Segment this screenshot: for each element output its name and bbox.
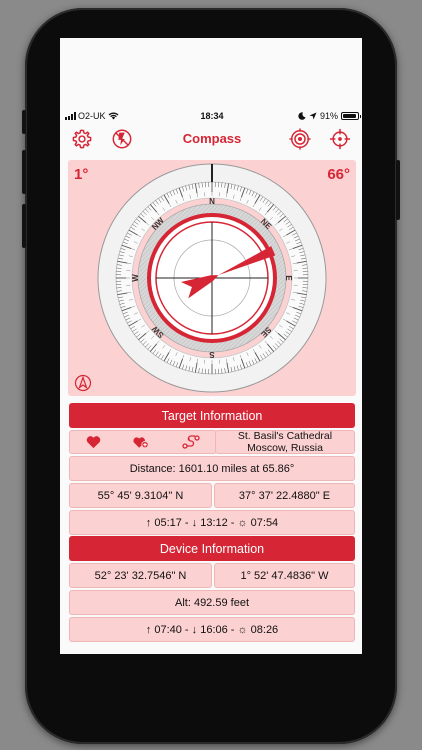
status-bar: O2-UK 18:34 91% bbox=[61, 110, 363, 124]
cardinal-w: W bbox=[131, 274, 140, 282]
device-altitude: Alt: 492.59 feet bbox=[69, 590, 355, 615]
target-name[interactable]: St. Basil's Cathedral Moscow, Russia bbox=[215, 430, 355, 454]
target-sun-times: ↑ 05:17 - ↓ 13:12 - ☼ 07:54 bbox=[69, 510, 355, 535]
device-latitude: 52° 23' 32.7546" N bbox=[69, 563, 212, 588]
target-information-header: Target Information bbox=[69, 403, 355, 428]
heading-degree-readout: 66° bbox=[327, 166, 350, 183]
target-name-line2: Moscow, Russia bbox=[247, 442, 323, 454]
target-distance-row: Distance: 1601.10 miles at 65.86° bbox=[69, 456, 355, 481]
moon-icon bbox=[298, 112, 306, 120]
cardinal-s: S bbox=[209, 350, 215, 359]
left-degree-readout: 1° bbox=[74, 166, 89, 183]
device-sun-times: ↑ 07:40 - ↓ 16:06 - ☼ 08:26 bbox=[69, 617, 355, 642]
route-path-icon[interactable] bbox=[182, 435, 200, 449]
north-arrow-icon[interactable] bbox=[74, 374, 92, 392]
heart-favorite-icon[interactable] bbox=[86, 435, 101, 449]
heart-add-favorite-icon[interactable] bbox=[133, 435, 150, 449]
target-bullseye-icon[interactable] bbox=[289, 128, 311, 150]
target-actions-row bbox=[69, 430, 217, 454]
navigation-bar: Compass bbox=[61, 124, 363, 154]
target-name-line1: St. Basil's Cathedral bbox=[237, 430, 333, 442]
cardinal-n: N bbox=[209, 197, 215, 206]
volume-up-button bbox=[22, 150, 26, 194]
battery-icon bbox=[341, 112, 361, 120]
device-longitude: 1° 52' 47.4836" W bbox=[214, 563, 355, 588]
battery-percent: 91% bbox=[319, 111, 338, 121]
volume-down-button bbox=[22, 204, 26, 248]
compass-dial[interactable]: N NE E SE S SW W NW bbox=[94, 160, 330, 396]
location-arrow-icon bbox=[309, 112, 317, 120]
target-longitude: 37° 37' 22.4880" E bbox=[214, 483, 355, 508]
mute-switch bbox=[22, 110, 26, 134]
crosshair-locate-icon[interactable] bbox=[329, 128, 351, 150]
compass-card: 1° 66° N NE E SE S SW W NW bbox=[68, 160, 356, 396]
cardinal-e: E bbox=[284, 275, 293, 281]
power-button bbox=[396, 160, 400, 220]
target-latitude: 55° 45' 9.3104" N bbox=[69, 483, 212, 508]
device-information-header: Device Information bbox=[69, 536, 355, 561]
page-title: Compass bbox=[182, 131, 242, 146]
